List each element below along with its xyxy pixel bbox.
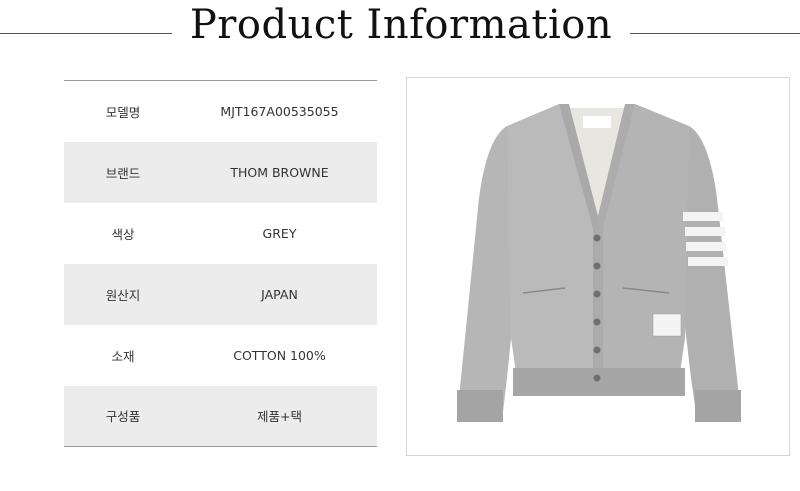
row-label: 구성품 [64,385,182,447]
table-row: 구성품 제품+택 [64,385,377,447]
product-info-table: 모델명 MJT167A00535055 브랜드 THOM BROWNE 색상 G… [64,80,377,447]
collar-label [583,116,611,128]
table-row: 브랜드 THOM BROWNE [64,141,377,203]
right-cuff [695,390,741,422]
table-row: 모델명 MJT167A00535055 [64,81,377,142]
row-value: JAPAN [182,263,377,325]
row-value: THOM BROWNE [182,141,377,203]
row-label: 원산지 [64,263,182,325]
grey-cardigan-photo [457,104,741,422]
row-label: 색상 [111,226,135,242]
table-row: 소재 COTTON 100% [64,325,377,386]
white-patch [652,313,682,337]
row-label: 모델명 [105,104,141,120]
row-value: MJT167A00535055 [220,103,339,119]
product-photo-frame [406,77,790,456]
table-row: 원산지 JAPAN [64,263,377,325]
table-row: 색상 GREY [64,203,377,264]
title-divider-left [0,33,172,34]
row-value: GREY [262,225,297,241]
title-divider-right [630,33,800,34]
row-label: 브랜드 [64,141,182,203]
row-label: 소재 [111,348,135,364]
waistband [513,368,685,396]
row-value: COTTON 100% [233,347,326,363]
left-cuff [457,390,503,422]
page-title: Product Information [189,2,613,48]
title-header: Product Information [0,0,800,58]
row-value: 제품+택 [182,385,377,447]
